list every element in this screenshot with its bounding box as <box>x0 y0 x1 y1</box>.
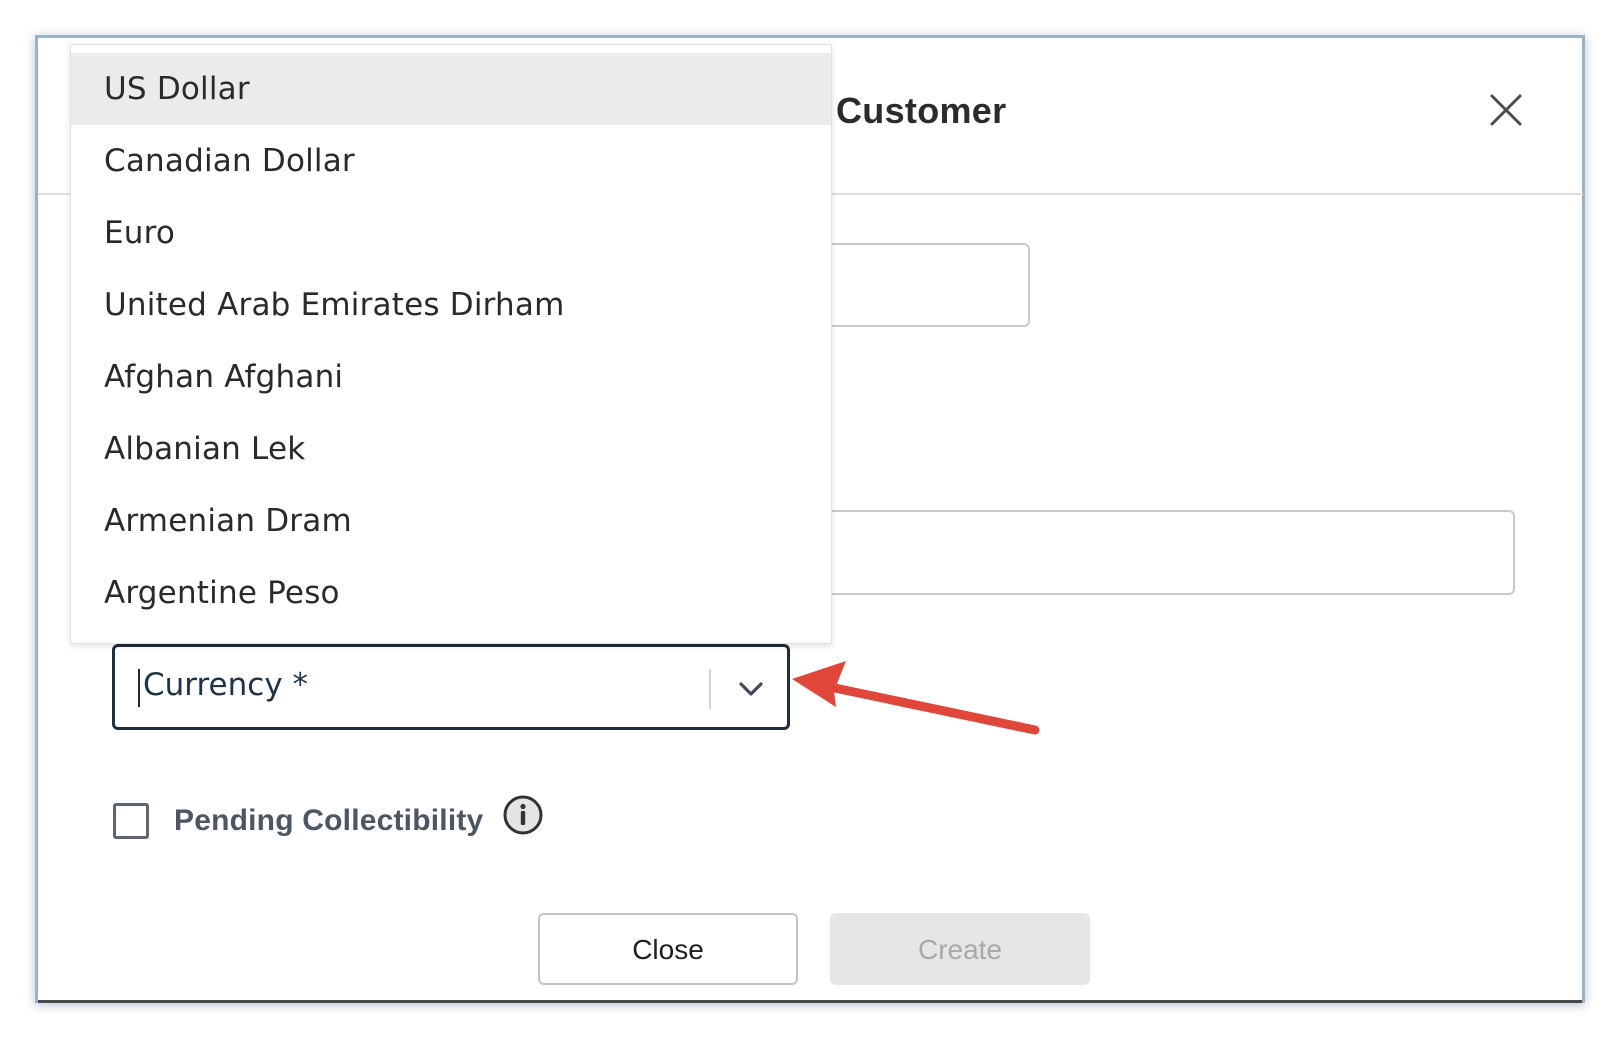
currency-dropdown-menu: US Dollar Canadian Dollar Euro United Ar… <box>70 44 832 644</box>
dropdown-option-afghan-afghani[interactable]: Afghan Afghani <box>71 341 831 413</box>
close-button[interactable]: Close <box>538 913 798 985</box>
form-field-obscured-2[interactable] <box>760 510 1515 595</box>
annotation-arrow <box>792 661 1040 735</box>
dropdown-option-armenian-dram[interactable]: Armenian Dram <box>71 485 831 557</box>
dropdown-option-argentine-peso[interactable]: Argentine Peso <box>71 557 831 629</box>
currency-select[interactable]: Currency * <box>112 644 790 730</box>
dropdown-option-canadian-dollar[interactable]: Canadian Dollar <box>71 125 831 197</box>
pending-collectibility-label: Pending Collectibility <box>174 804 484 837</box>
dropdown-option-us-dollar[interactable]: US Dollar <box>71 53 831 125</box>
chevron-down-icon[interactable] <box>733 671 769 707</box>
close-icon[interactable] <box>1486 90 1526 130</box>
select-separator <box>709 669 711 709</box>
dialog-title: Customer <box>836 90 1007 131</box>
dropdown-option-euro[interactable]: Euro <box>71 197 831 269</box>
currency-placeholder: Currency * <box>143 667 309 703</box>
text-caret <box>138 669 140 707</box>
dropdown-option-uae-dirham[interactable]: United Arab Emirates Dirham <box>71 269 831 341</box>
create-button[interactable]: Create <box>830 913 1090 985</box>
pending-collectibility-checkbox[interactable] <box>113 803 149 839</box>
dropdown-option-albanian-lek[interactable]: Albanian Lek <box>71 413 831 485</box>
info-icon[interactable] <box>502 794 544 836</box>
